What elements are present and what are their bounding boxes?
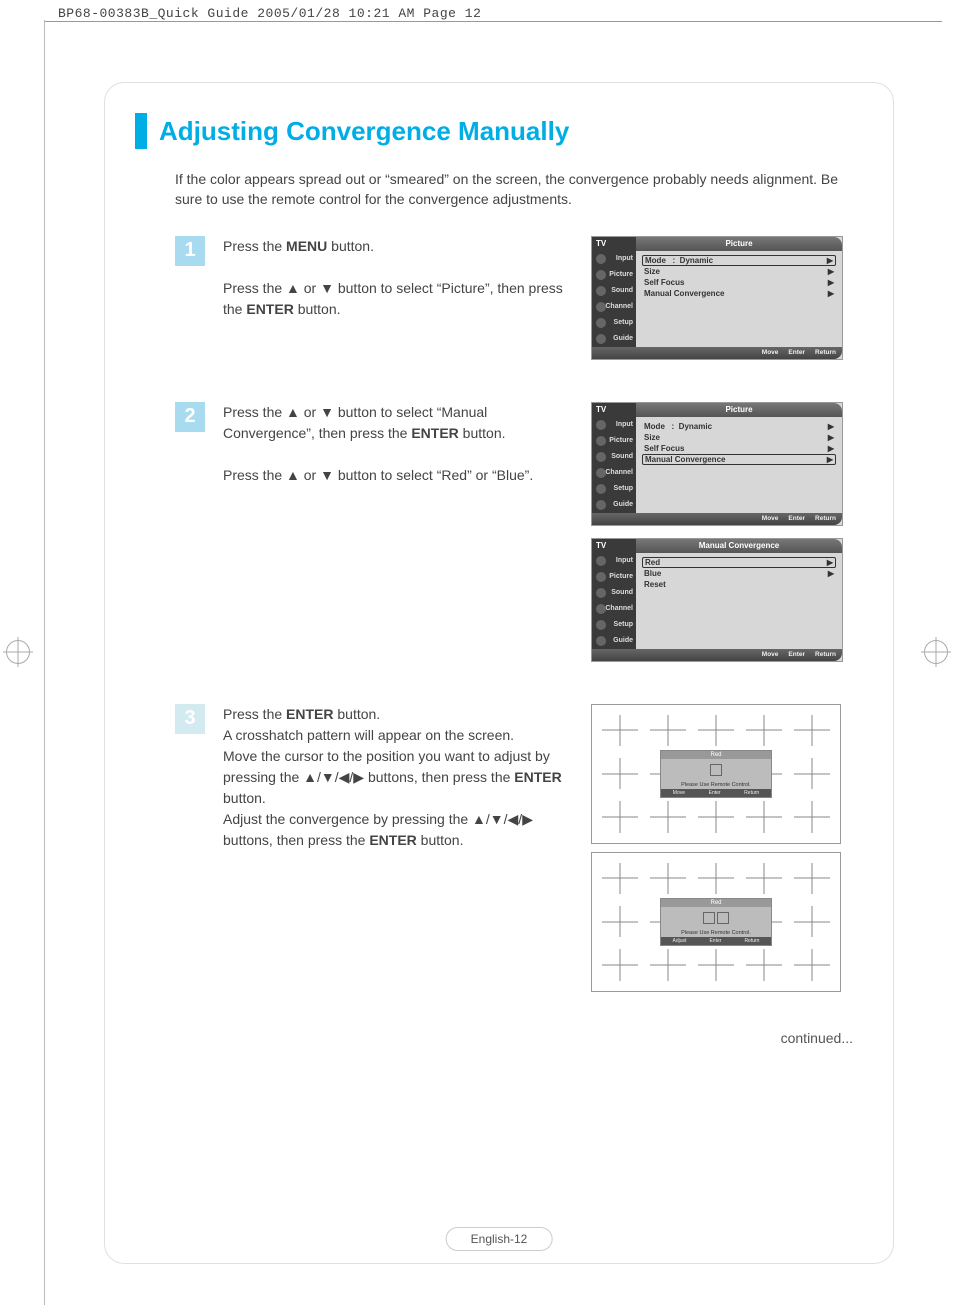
osd-side-channel: Channel: [592, 299, 636, 315]
osd-side-guide: Guide: [592, 331, 636, 347]
vertical-margin-line: [44, 20, 45, 1305]
osd-picture-2: TV Picture Input Picture Sound Channel S…: [591, 402, 843, 526]
step-3: 3 Press the ENTER button. A crosshatch p…: [175, 704, 863, 1000]
osd-row-blue: Blue▶: [642, 568, 836, 579]
crosshatch-1: Red Please Use Remote Control. MoveEnter…: [591, 704, 841, 844]
crosshatch-2-overlay: Red Please Use Remote Control. AdjustEnt…: [660, 898, 772, 946]
osd-footer: MoveEnterReturn: [592, 347, 842, 359]
header-meta: BP68-00383B_Quick Guide 2005/01/28 10:21…: [0, 0, 954, 21]
osd-manualconv: TV Manual Convergence Input Picture Soun…: [591, 538, 843, 662]
step-3-text: Press the ENTER button. A crosshatch pat…: [223, 706, 562, 848]
registration-mark-right: [924, 640, 948, 664]
content-card: Adjusting Convergence Manually If the co…: [104, 82, 894, 1264]
step-2: 2 Press the ▲ or ▼ button to select “Man…: [175, 402, 863, 674]
title-row: Adjusting Convergence Manually: [135, 113, 863, 149]
registration-mark-left: [6, 640, 30, 664]
step-1-line1: Press the MENU button.: [223, 238, 374, 254]
step-1-body: Press the MENU button. Press the ▲ or ▼ …: [223, 236, 573, 320]
osd-row-mode: Mode : Dynamic▶: [642, 255, 836, 266]
step-2-body: Press the ▲ or ▼ button to select “Manua…: [223, 402, 573, 486]
page-number: English-12: [446, 1227, 553, 1251]
step-number-2: 2: [175, 402, 205, 432]
osd-side-input: Input: [592, 251, 636, 267]
step-number-3: 3: [175, 704, 205, 734]
osd-row-selffocus: Self Focus▶: [642, 277, 836, 288]
title-accent: [135, 113, 147, 149]
osd-sidebar: Input Picture Sound Channel Setup Guide: [592, 251, 636, 347]
page-title: Adjusting Convergence Manually: [159, 116, 569, 147]
osd-tv-label: TV: [592, 237, 636, 251]
top-rule: [44, 21, 942, 22]
step-3-screens: Red Please Use Remote Control. MoveEnter…: [591, 704, 841, 1000]
step-1-line2: Press the ▲ or ▼ button to select “Pictu…: [223, 280, 563, 317]
step-3-body: Press the ENTER button. A crosshatch pat…: [223, 704, 573, 851]
osd-title: Picture: [636, 237, 842, 251]
document-page: BP68-00383B_Quick Guide 2005/01/28 10:21…: [0, 0, 954, 1305]
crosshatch-1-overlay: Red Please Use Remote Control. MoveEnter…: [660, 750, 772, 798]
step-2-line2: Press the ▲ or ▼ button to select “Red” …: [223, 467, 533, 483]
osd-row-red: Red▶: [642, 557, 836, 568]
osd-picture-1: TV Picture Input Picture Sound Channel S…: [591, 236, 843, 360]
continued-label: continued...: [135, 1030, 853, 1046]
osd-main: Mode : Dynamic▶ Size▶ Self Focus▶ Manual…: [636, 251, 842, 347]
osd-row-manualconv: Manual Convergence▶: [642, 288, 836, 299]
osd-side-setup: Setup: [592, 315, 636, 331]
osd-row-size: Size▶: [642, 266, 836, 277]
osd-side-picture: Picture: [592, 267, 636, 283]
step-2-line1: Press the ▲ or ▼ button to select “Manua…: [223, 404, 506, 441]
osd-row-reset: Reset: [642, 579, 836, 590]
step-number-1: 1: [175, 236, 205, 266]
step-1-screens: TV Picture Input Picture Sound Channel S…: [591, 236, 841, 372]
osd-side-sound: Sound: [592, 283, 636, 299]
step-1: 1 Press the MENU button. Press the ▲ or …: [175, 236, 863, 372]
intro-paragraph: If the color appears spread out or “smea…: [175, 169, 863, 210]
crosshatch-2: Red Please Use Remote Control. AdjustEnt…: [591, 852, 841, 992]
step-2-screens: TV Picture Input Picture Sound Channel S…: [591, 402, 841, 674]
